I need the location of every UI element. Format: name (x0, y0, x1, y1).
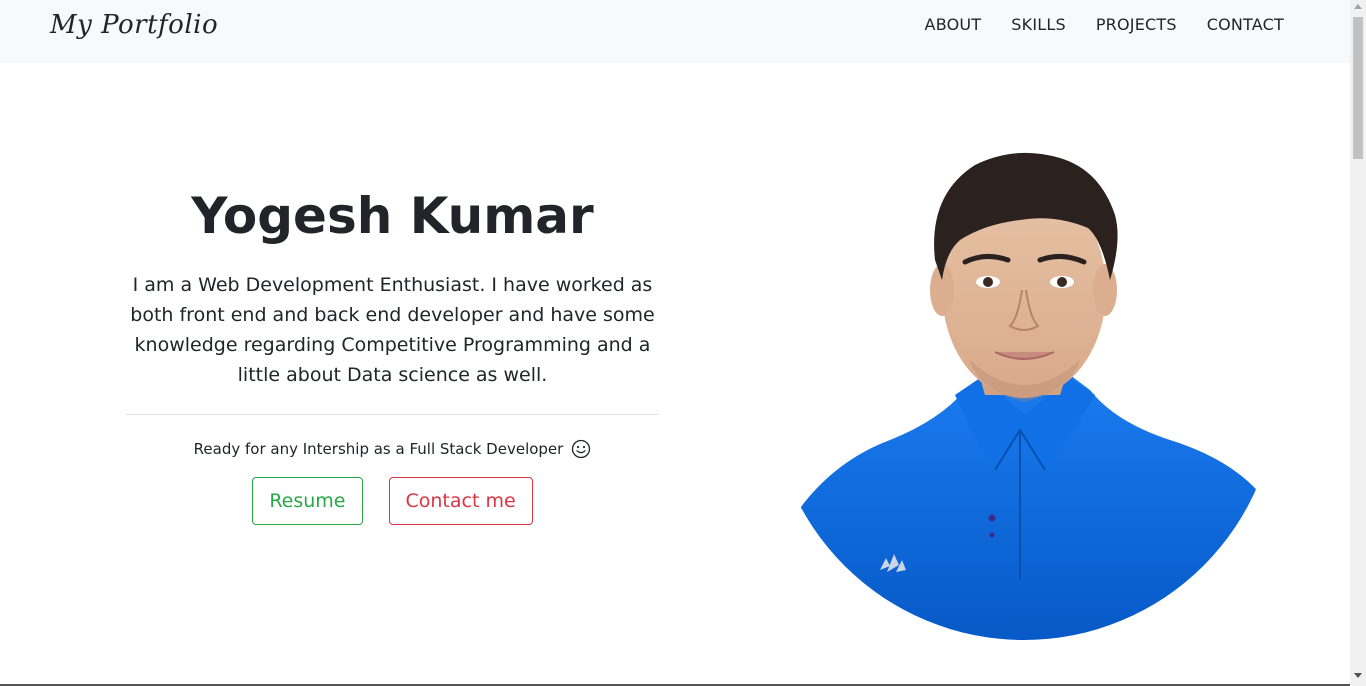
scroll-up-arrow-icon[interactable] (1354, 4, 1362, 9)
nav-link-about[interactable]: ABOUT (925, 15, 982, 35)
nav-links: ABOUT SKILLS PROJECTS CONTACT (925, 15, 1284, 35)
scroll-down-arrow-icon[interactable] (1354, 673, 1362, 678)
resume-button[interactable]: Resume (252, 477, 363, 525)
hero-buttons: Resume Contact me (126, 477, 659, 525)
contact-me-button[interactable]: Contact me (388, 477, 533, 525)
profile-photo (770, 140, 1278, 640)
nav-link-skills[interactable]: SKILLS (1011, 15, 1066, 35)
tagline-text: Ready for any Intership as a Full Stack … (193, 440, 564, 458)
tagline-row: Ready for any Intership as a Full Stack … (126, 439, 659, 459)
hero-intro: Yogesh Kumar I am a Web Development Enth… (126, 180, 659, 525)
navbar: My Portfolio ABOUT SKILLS PROJECTS CONTA… (0, 0, 1350, 63)
brand-logo[interactable]: My Portfolio (50, 10, 218, 40)
scrollbar-thumb[interactable] (1353, 17, 1363, 159)
hero-name: Yogesh Kumar (191, 187, 594, 245)
hero-description: I am a Web Development Enthusiast. I hav… (130, 274, 655, 386)
portrait-illustration (770, 140, 1278, 640)
smile-icon (572, 439, 591, 459)
nav-link-contact[interactable]: CONTACT (1207, 15, 1284, 35)
nav-link-projects[interactable]: PROJECTS (1096, 15, 1177, 35)
vertical-scrollbar[interactable] (1350, 0, 1366, 686)
hero-divider (126, 414, 659, 415)
